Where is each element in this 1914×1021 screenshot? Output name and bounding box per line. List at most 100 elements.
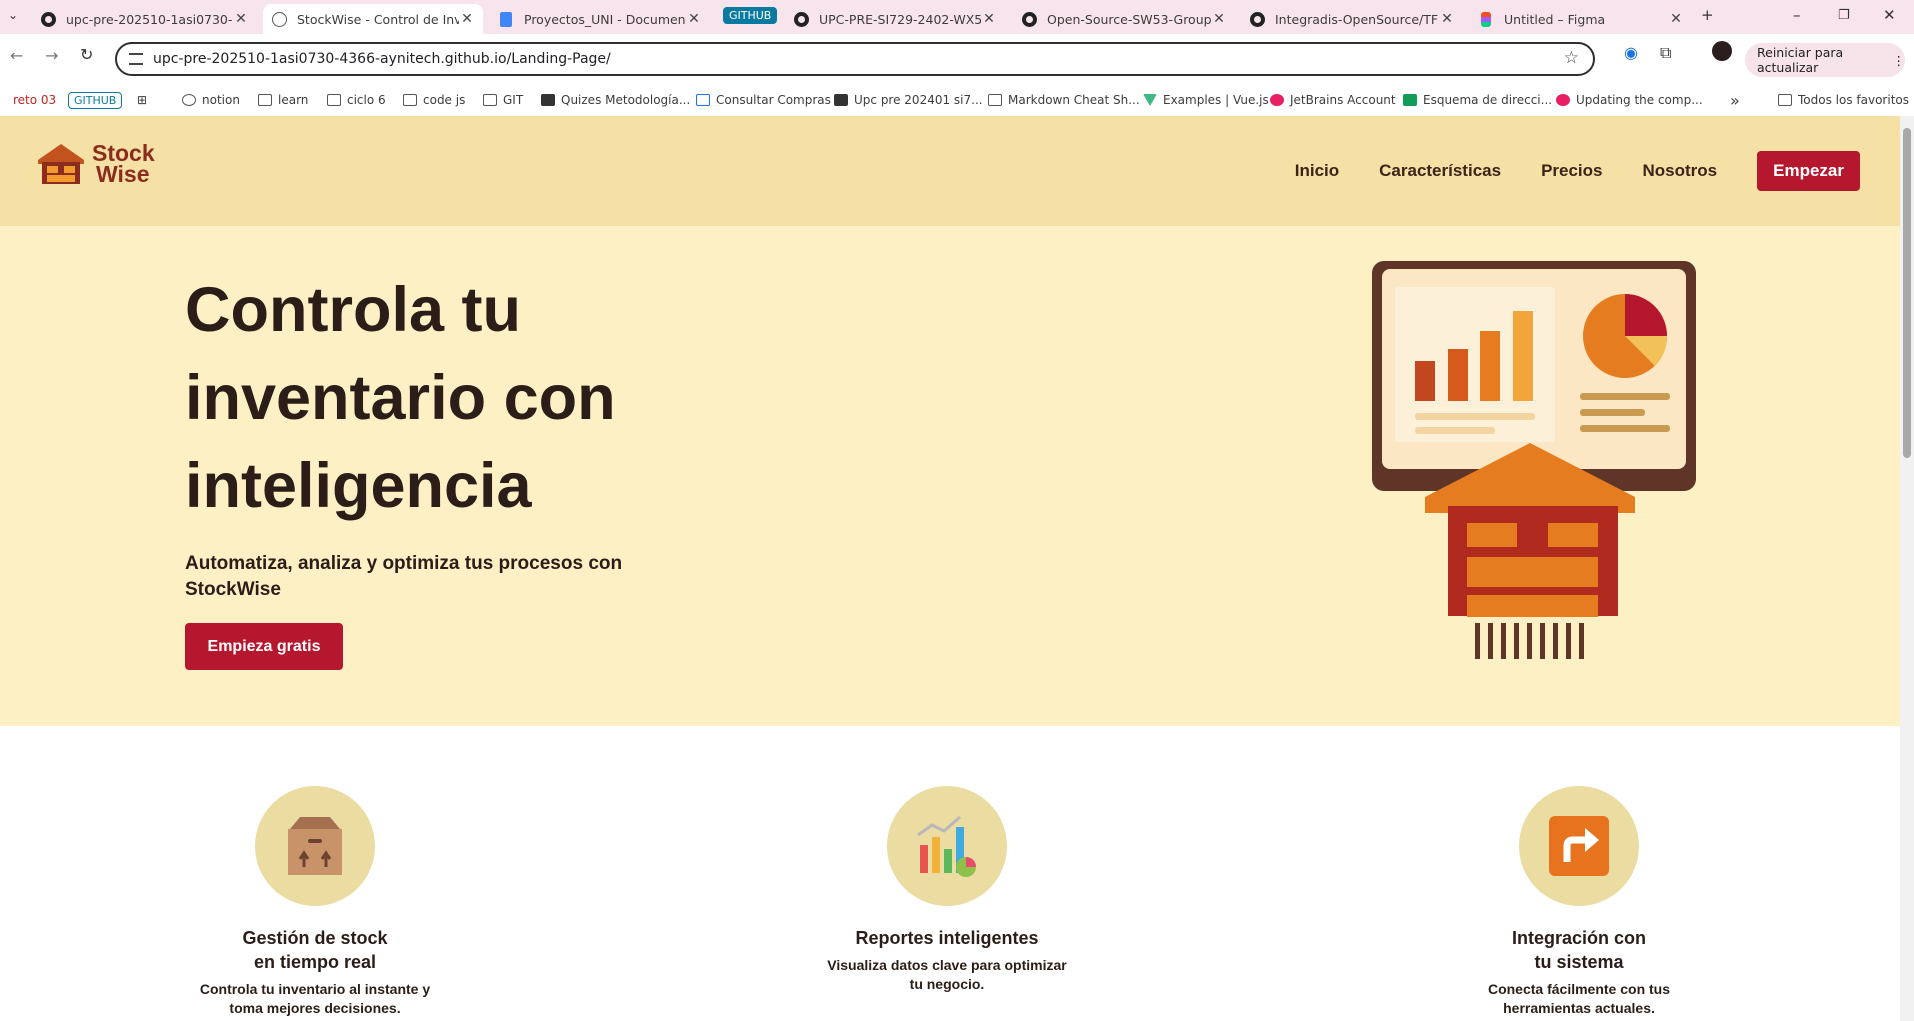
close-icon[interactable]: ✕ <box>1211 11 1227 27</box>
bookmark-star-icon[interactable]: ☆ <box>1564 48 1579 68</box>
close-icon[interactable]: ✕ <box>981 11 997 27</box>
screen-record-icon[interactable]: ◉ <box>1624 43 1638 62</box>
tab-1[interactable]: StockWise - Control de Invent ✕ <box>263 4 483 34</box>
site-info-icon[interactable] <box>129 53 143 65</box>
feature-icon-circle <box>255 786 375 906</box>
menu-dots-icon[interactable]: ⋮ <box>1893 53 1906 68</box>
forward-icon[interactable]: → <box>45 46 58 65</box>
site-icon <box>1556 94 1570 106</box>
bookmark-item[interactable]: Upc pre 202401 si7... <box>834 84 983 116</box>
empezar-button[interactable]: Empezar <box>1757 151 1860 191</box>
folder-icon <box>1778 94 1792 106</box>
tab-0[interactable]: upc-pre-202510-1asi0730-43 ✕ <box>32 4 257 34</box>
bookmark-item[interactable]: Consultar Compras <box>696 84 831 116</box>
bookmark-item[interactable]: code js <box>403 84 465 116</box>
feature-card: Integración con tu sistema Conecta fácilm… <box>1419 786 1739 1018</box>
globe-icon <box>271 11 287 27</box>
feature-title: Gestión de stock en tiempo real <box>155 926 475 974</box>
apps-grid-icon[interactable]: ⊞ <box>137 84 147 116</box>
browser-chrome: ⌄ upc-pre-202510-1asi0730-43 ✕ StockWise… <box>0 0 1914 116</box>
bookmark-item[interactable]: GIT <box>483 84 523 116</box>
tab-5[interactable]: Integradis-OpenSource/TFDo ✕ <box>1241 4 1463 34</box>
close-icon[interactable]: ✕ <box>233 11 249 27</box>
restore-icon[interactable]: ❐ <box>1838 8 1850 23</box>
notion-icon <box>182 94 196 106</box>
bookmark-item[interactable]: learn <box>258 84 308 116</box>
tab-6[interactable]: Untitled – Figma ✕ <box>1470 4 1692 34</box>
all-bookmarks[interactable]: Todos los favoritos <box>1778 84 1909 116</box>
scrollbar-thumb[interactable] <box>1903 128 1911 458</box>
close-icon[interactable]: ✕ <box>1439 11 1455 27</box>
nav-nosotros[interactable]: Nosotros <box>1643 161 1718 181</box>
folder-icon <box>258 94 272 106</box>
site-header: Stock Wise Inicio Características Precio… <box>0 116 1900 226</box>
feature-title-line: en tiempo real <box>253 952 377 972</box>
tab-2[interactable]: Proyectos_UNI - Documentos ✕ <box>490 4 710 34</box>
chart-icon <box>917 815 976 877</box>
url-input[interactable]: upc-pre-202510-1asi0730-4366-aynitech.gi… <box>115 42 1595 76</box>
feature-description: Visualiza datos clave para optimizar tu n… <box>787 956 1107 994</box>
bookmark-label: ciclo 6 <box>347 93 386 107</box>
bookmark-item[interactable]: Quizes Metodología... <box>541 84 690 116</box>
profile-avatar[interactable] <box>1712 41 1732 61</box>
url-text: upc-pre-202510-1asi0730-4366-aynitech.gi… <box>153 51 611 67</box>
back-icon[interactable]: ← <box>10 46 23 65</box>
bookmark-item[interactable]: Esquema de direcci... <box>1403 84 1552 116</box>
tab-3[interactable]: UPC-PRE-SI729-2402-WX51- ✕ <box>785 4 1005 34</box>
nav-precios[interactable]: Precios <box>1541 161 1602 181</box>
bookmark-item[interactable]: GITHUB <box>68 84 123 116</box>
nav-caracteristicas[interactable]: Características <box>1379 161 1501 181</box>
feature-description: Conecta fácilmente con tus herramientas a… <box>1419 980 1739 1018</box>
empieza-gratis-button[interactable]: Empieza gratis <box>185 623 343 670</box>
bookmark-label: Consultar Compras <box>716 93 831 107</box>
tab-title: StockWise - Control de Invent <box>297 11 459 27</box>
address-bar-row: ← → ↻ upc-pre-202510-1asi0730-4366-aynit… <box>0 34 1914 84</box>
logo[interactable]: Stock Wise <box>36 142 155 186</box>
bookmarks-bar: reto 03 GITHUB ⊞ notion learn ciclo 6 co… <box>0 84 1914 116</box>
feature-card: Gestión de stock en tiempo real Controla … <box>155 786 475 1018</box>
bookmark-item[interactable]: ciclo 6 <box>327 84 386 116</box>
bookmark-item[interactable]: Updating the comp... <box>1556 84 1703 116</box>
tab-group-label[interactable]: GITHUB <box>723 7 778 24</box>
close-icon[interactable]: ✕ <box>1668 11 1684 27</box>
feature-card: Reportes inteligentes Visualiza datos cl… <box>787 786 1107 994</box>
feature-title-line: tu sistema <box>1534 952 1624 972</box>
feature-desc-line: toma mejores decisiones. <box>229 1000 401 1016</box>
logo-line: Wise <box>96 161 150 187</box>
feature-desc-line: herramientas actuales. <box>1503 1000 1655 1016</box>
tab-title: Open-Source-SW53-Group-2 <box>1047 11 1211 27</box>
web-page: Stock Wise Inicio Características Precio… <box>0 116 1900 1021</box>
update-label: Reiniciar para actualizar <box>1757 45 1844 75</box>
hero-section: Controla tu inventario con inteligencia … <box>0 226 1900 726</box>
extensions-icon[interactable]: ⧉ <box>1660 43 1671 63</box>
hero-title: Controla tu inventario con inteligencia <box>185 266 785 530</box>
tab-4[interactable]: Open-Source-SW53-Group-2 ✕ <box>1013 4 1235 34</box>
feature-title: Reportes inteligentes <box>855 928 1039 948</box>
site-icon <box>696 94 710 106</box>
feature-title-line: Gestión de stock <box>242 928 388 948</box>
bookmark-item[interactable]: Examples | Vue.js <box>1143 84 1269 116</box>
bookmark-item[interactable]: JetBrains Account <box>1270 84 1396 116</box>
page-scrollbar[interactable] <box>1900 116 1914 1021</box>
reload-icon[interactable]: ↻ <box>80 45 93 64</box>
bookmark-item[interactable]: Markdown Cheat Sh... <box>988 84 1140 116</box>
tab-title: upc-pre-202510-1asi0730-43 <box>66 11 233 27</box>
logo-text: Stock Wise <box>92 142 155 187</box>
bookmark-label: Examples | Vue.js <box>1163 93 1269 107</box>
minimize-icon[interactable]: – <box>1793 6 1801 24</box>
bookmark-item[interactable]: reto 03 <box>13 84 56 116</box>
markdown-icon <box>988 94 1002 106</box>
tab-bar: ⌄ upc-pre-202510-1asi0730-43 ✕ StockWise… <box>0 0 1914 34</box>
more-bookmarks-icon[interactable]: » <box>1730 84 1740 116</box>
feature-desc-line: Conecta fácilmente con tus <box>1487 981 1671 997</box>
tab-search-icon[interactable]: ⌄ <box>8 8 18 22</box>
nav-inicio[interactable]: Inicio <box>1295 161 1339 181</box>
close-window-icon[interactable]: ✕ <box>1883 6 1896 24</box>
new-tab-icon[interactable]: + <box>1701 6 1714 24</box>
feature-title-line: Integración con <box>1511 928 1646 948</box>
close-icon[interactable]: ✕ <box>459 11 475 27</box>
close-icon[interactable]: ✕ <box>686 11 702 27</box>
bookmark-item[interactable]: notion <box>182 84 240 116</box>
inventory-dashboard-illustration <box>1372 261 1696 659</box>
update-button[interactable]: Reiniciar para actualizar ⋮ <box>1745 43 1905 77</box>
